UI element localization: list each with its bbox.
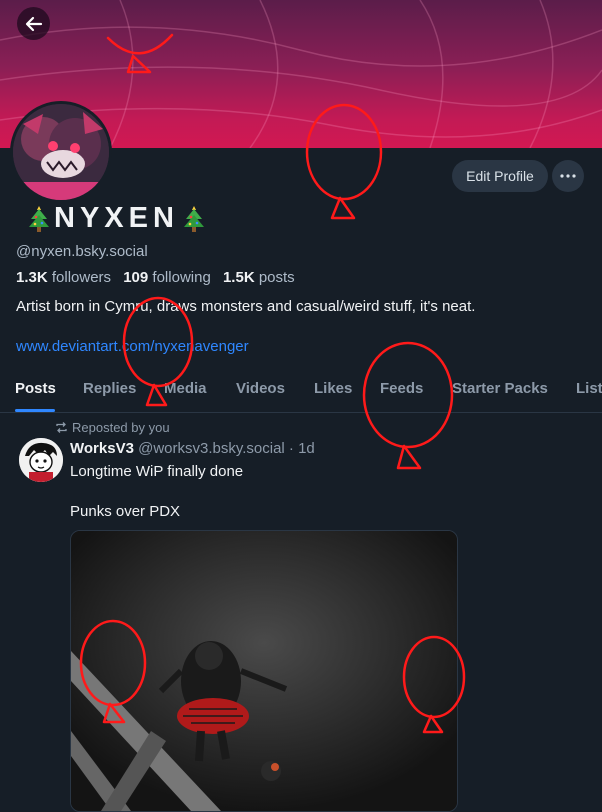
christmas-tree-icon <box>183 205 204 232</box>
doodle-knot <box>330 196 356 220</box>
profile-avatar[interactable] <box>10 101 112 203</box>
post-age[interactable]: 1d <box>298 440 315 457</box>
christmas-tree-icon <box>29 205 49 232</box>
tab-replies[interactable]: Replies <box>83 380 136 397</box>
followers-count: 1.3K <box>16 269 48 286</box>
tab-likes[interactable]: Likes <box>314 380 352 397</box>
tab-feeds[interactable]: Feeds <box>380 380 423 397</box>
posts-label: posts <box>258 269 295 286</box>
profile-link[interactable]: www.deviantart.com/nyxenavenger <box>16 338 249 355</box>
edit-profile-button[interactable]: Edit Profile <box>452 160 548 192</box>
following-stat[interactable]: 109 following <box>123 269 211 286</box>
display-name-text: NYXEN <box>54 202 179 234</box>
tab-posts[interactable]: Posts <box>15 380 56 397</box>
tab-videos[interactable]: Videos <box>236 380 285 397</box>
post-artwork <box>71 531 457 811</box>
ellipsis-icon <box>560 174 576 178</box>
profile-stats: 1.3K followers 109 following 1.5K posts <box>16 269 295 286</box>
repost-indicator: Reposted by you <box>55 420 170 435</box>
post-header: WorksV3 @worksv3.bsky.social · 1d <box>70 440 315 457</box>
repost-label: Reposted by you <box>72 420 170 435</box>
display-name: NYXEN <box>24 202 209 235</box>
active-tab-indicator <box>15 409 55 412</box>
repost-icon <box>56 422 67 433</box>
tab-media[interactable]: Media <box>164 380 207 397</box>
profile-bio: Artist born in Cymru, draws monsters and… <box>16 298 476 315</box>
tab-lists[interactable]: Lists <box>576 380 602 397</box>
author-avatar-artwork <box>19 438 63 482</box>
profile-handle: @nyxen.bsky.social <box>16 243 148 260</box>
profile-tabs: Posts Replies Media Videos Likes Feeds S… <box>0 368 602 413</box>
posts-stat: 1.5K posts <box>223 269 295 286</box>
following-count: 109 <box>123 269 149 286</box>
arrow-left-icon <box>25 16 42 31</box>
post-image[interactable] <box>70 530 458 812</box>
post-text-line: Longtime WiP finally done <box>70 463 244 480</box>
doodle-knot <box>396 444 422 470</box>
post-separator: · <box>288 440 294 457</box>
following-label: following <box>152 269 211 286</box>
more-options-button[interactable] <box>552 160 584 192</box>
edit-profile-label: Edit Profile <box>466 168 534 184</box>
back-button[interactable] <box>17 7 50 40</box>
followers-label: followers <box>51 269 112 286</box>
followers-stat[interactable]: 1.3K followers <box>16 269 111 286</box>
post-author-name[interactable]: WorksV3 <box>70 440 134 457</box>
post-body: Longtime WiP finally done Punks over PDX <box>70 462 243 522</box>
post-author-avatar[interactable] <box>19 438 63 482</box>
post-text-line: Punks over PDX <box>70 503 181 520</box>
tab-starter-packs[interactable]: Starter Packs <box>452 380 548 397</box>
posts-count: 1.5K <box>222 269 255 286</box>
avatar-artwork <box>13 104 109 200</box>
post-author-handle[interactable]: @worksv3.bsky.social <box>138 440 285 457</box>
